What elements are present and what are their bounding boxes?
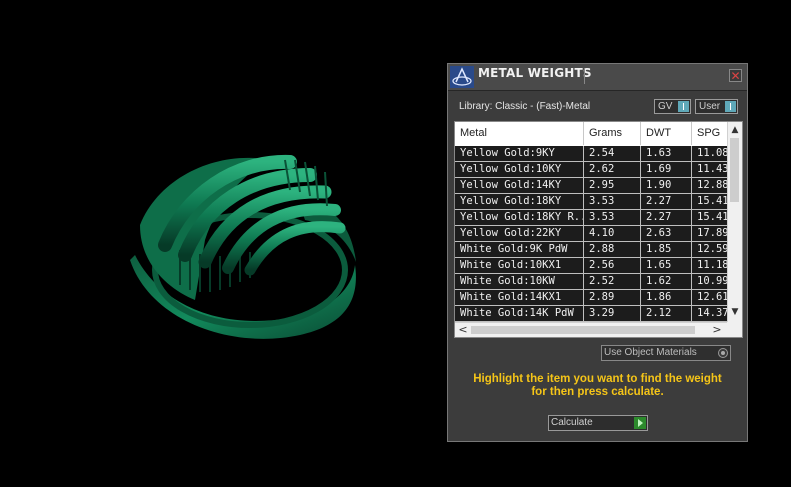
cell-dwt: 2.63 [641,226,692,241]
cell-metal: White Gold:14K PdW [455,306,584,321]
cell-metal: Yellow Gold:10KY [455,162,584,177]
use-object-materials-option[interactable]: Use Object Materials [601,345,731,361]
horizontal-scrollbar[interactable]: < > [455,322,727,337]
table-row[interactable]: Yellow Gold:14KY 2.95 1.90 12.88 [455,178,727,194]
table-row[interactable]: Yellow Gold:9KY 2.54 1.63 11.08 [455,146,727,162]
scroll-right-icon[interactable]: > [711,323,723,337]
scrollbar-corner [727,322,742,337]
metal-table: Metal Grams DWT SPG Yellow Gold:9KY 2.54 1… [454,121,743,338]
cell-metal: White Gold:9K PdW [455,242,584,257]
calculate-button[interactable]: Calculate [548,415,648,431]
cell-metal: Yellow Gold:14KY [455,178,584,193]
table-row[interactable]: Yellow Gold:22KY 4.10 2.63 17.89 [455,226,727,242]
cell-grams: 3.53 [584,210,641,225]
column-header-metal[interactable]: Metal [455,122,584,145]
user-toggle-switch-icon [725,101,736,112]
cell-spg: 14.37 [697,307,727,319]
table-row[interactable]: White Gold:9K PdW 2.88 1.85 12.59 [455,242,727,258]
calculate-label: Calculate [551,417,593,428]
cell-grams: 2.56 [584,258,641,273]
cell-metal: Yellow Gold:9KY [455,146,584,161]
cell-spg: 12.88 [697,179,727,191]
cell-grams: 2.88 [584,242,641,257]
column-header-spg[interactable]: SPG [692,122,732,145]
table-row[interactable]: White Gold:10KW 2.52 1.62 10.99 [455,274,727,290]
cell-dwt: 1.65 [641,258,692,273]
close-button[interactable]: ✕ [729,69,742,82]
scroll-down-icon[interactable]: ▼ [728,306,742,318]
table-row[interactable]: White Gold:14K PdW 3.29 2.12 14.37 [455,306,727,322]
instruction-line-1: Highlight the item you want to find the … [473,373,722,385]
table-header: Metal Grams DWT SPG [455,122,727,146]
cell-dwt: 1.90 [641,178,692,193]
table-row[interactable]: White Gold:14KX1 2.89 1.86 12.61 [455,290,727,306]
vertical-scrollbar[interactable]: ▲ ▼ [727,122,742,322]
cell-metal: White Gold:10KX1 [455,258,584,273]
cell-grams: 2.54 [584,146,641,161]
cell-spg: 15.41 [697,195,727,207]
cell-grams: 4.10 [584,226,641,241]
use-object-materials-label: Use Object Materials [604,347,697,358]
cell-spg: 15.41 [697,211,727,223]
cell-metal: Yellow Gold:18KY R... [455,210,584,225]
cell-spg: 12.59 [697,243,727,255]
cell-spg: 10.99 [697,275,727,287]
gv-toggle[interactable]: GV [654,99,691,114]
gv-toggle-label: GV [658,101,673,112]
column-header-dwt[interactable]: DWT [641,122,692,145]
title-bar[interactable]: METAL WEIGHTS ✕ [448,64,747,91]
table-row[interactable]: Yellow Gold:18KY R... 3.53 2.27 15.41 [455,210,727,226]
cell-metal: Yellow Gold:22KY [455,226,584,241]
cell-dwt: 1.86 [641,290,692,305]
close-icon: ✕ [730,69,741,83]
panel-title: METAL WEIGHTS [478,66,592,80]
cell-dwt: 1.85 [641,242,692,257]
cell-grams: 2.95 [584,178,641,193]
table-row[interactable]: Yellow Gold:18KY 3.53 2.27 15.41 [455,194,727,210]
user-toggle[interactable]: User [695,99,738,114]
cell-dwt: 1.69 [641,162,692,177]
cell-dwt: 2.27 [641,210,692,225]
title-divider [584,68,585,84]
cell-grams: 2.52 [584,274,641,289]
column-header-grams[interactable]: Grams [584,122,641,145]
instruction-line-2: for then press calculate. [531,386,664,398]
cell-dwt: 1.63 [641,146,692,161]
cell-dwt: 2.27 [641,194,692,209]
cell-metal: Yellow Gold:18KY [455,194,584,209]
cell-spg: 17.89 [697,227,727,239]
user-toggle-label: User [699,101,721,112]
horizontal-scroll-thumb[interactable] [471,326,695,334]
vertical-scroll-thumb[interactable] [730,138,739,202]
library-label: Library: Classic - (Fast)-Metal [459,101,591,112]
cell-spg: 12.61 [697,291,727,303]
cell-spg: 11.43 [697,163,727,175]
cell-grams: 3.29 [584,306,641,321]
cell-grams: 2.89 [584,290,641,305]
cell-dwt: 1.62 [641,274,692,289]
cell-dwt: 2.12 [641,306,692,321]
table-body: Yellow Gold:9KY 2.54 1.63 11.08 Yellow Gold:… [455,146,727,322]
cell-metal: White Gold:10KW [455,274,584,289]
cell-spg: 11.08 [697,147,727,159]
cell-grams: 2.62 [584,162,641,177]
table-row[interactable]: White Gold:10KX1 2.56 1.65 11.18 [455,258,727,274]
cell-metal: White Gold:14KX1 [455,290,584,305]
play-arrow-icon [634,417,646,429]
scroll-left-icon[interactable]: < [457,323,469,337]
radio-icon[interactable] [718,348,728,358]
app-logo-icon [450,66,474,88]
gv-toggle-switch-icon [678,101,689,112]
cell-grams: 3.53 [584,194,641,209]
scroll-up-icon[interactable]: ▲ [728,124,742,136]
table-row[interactable]: Yellow Gold:10KY 2.62 1.69 11.43 [455,162,727,178]
metal-weights-panel: METAL WEIGHTS ✕ Library: Classic - (Fast… [447,63,748,442]
cell-spg: 11.18 [697,259,727,271]
instruction-text: Highlight the item you want to find the … [448,373,747,399]
